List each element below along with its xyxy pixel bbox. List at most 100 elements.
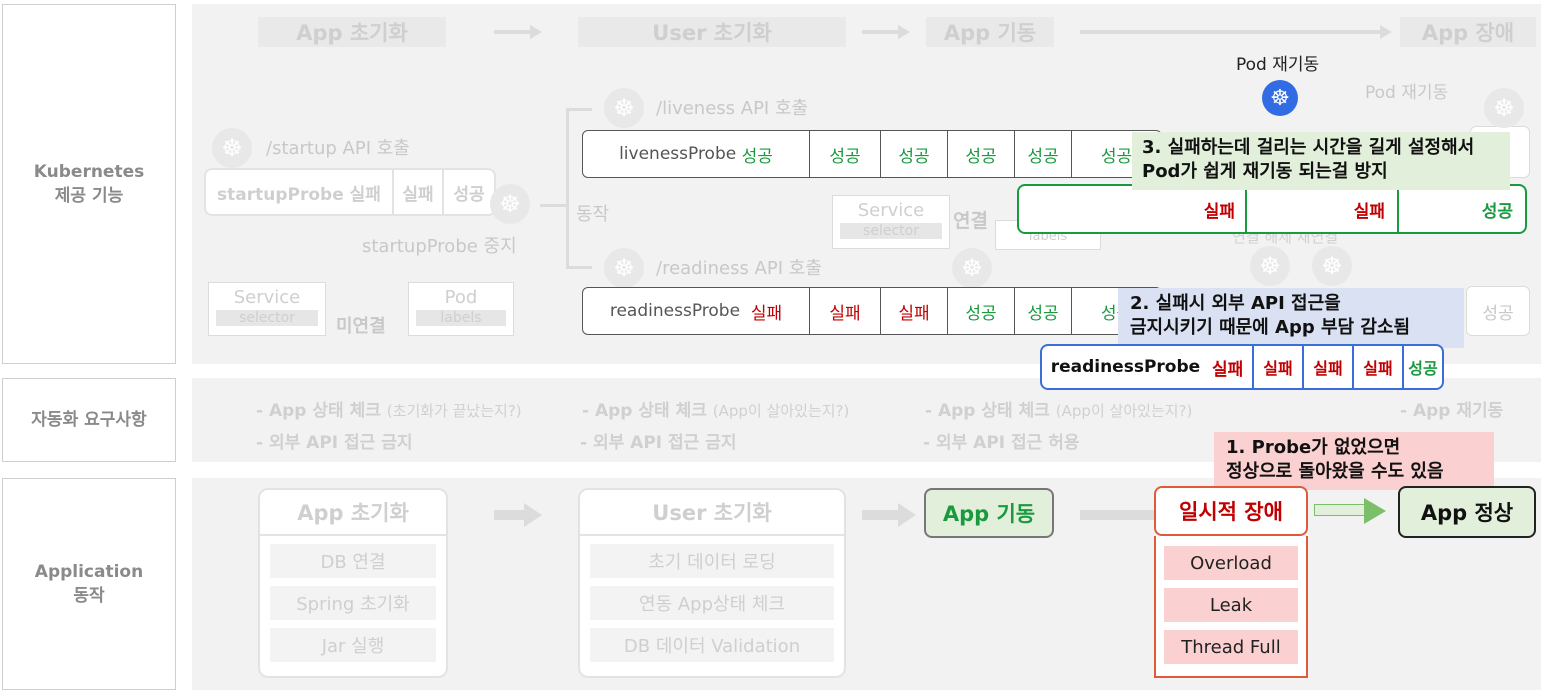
liveness-cell: 성공 xyxy=(810,131,881,177)
app-fault-items: Overload Leak Thread Full xyxy=(1154,536,1308,678)
arrow-head-icon xyxy=(898,25,910,39)
readiness-overlay-cell: 성공 xyxy=(1408,359,1438,378)
green-arrow-shaft xyxy=(1314,504,1364,516)
req-1b: - 외부 API 접근 금지 xyxy=(256,433,413,453)
readiness-cell: 성공 xyxy=(1015,288,1072,334)
user-init-title: User 초기화 xyxy=(580,490,844,536)
app-init-box: App 초기화 DB 연결 Spring 초기화 Jar 실행 xyxy=(258,488,448,678)
branch-line xyxy=(566,108,569,268)
pod-label: Pod xyxy=(444,287,478,308)
row-label-automation: 자동화 요구사항 xyxy=(2,378,176,462)
readiness-tail-box: 성공 xyxy=(1466,286,1530,336)
labels-label: labels xyxy=(416,310,506,326)
kubernetes-icon: ☸ xyxy=(952,248,992,288)
liveness-cell: 성공 xyxy=(881,131,948,177)
req-2a: - App 상태 체크 (App이 살아있는지?) xyxy=(582,401,850,421)
readiness-cell: 실패 xyxy=(810,288,881,334)
app-normal-box: App 정상 xyxy=(1398,486,1536,538)
arrow xyxy=(494,30,530,34)
app-init-item: Jar 실행 xyxy=(270,628,436,662)
kubernetes-blue-icon: ☸ xyxy=(1262,80,1298,116)
liveness-cell: 성공 xyxy=(948,131,1015,177)
app-init-item: Spring 초기화 xyxy=(270,586,436,620)
arrow xyxy=(862,30,898,34)
arrow-head-icon xyxy=(1380,25,1392,39)
startup-cell: 실패 xyxy=(394,170,444,214)
header-user-init: User 초기화 xyxy=(578,17,846,47)
connector-line xyxy=(540,204,566,207)
unconnected-label: 미연결 xyxy=(336,316,386,337)
pod-restart-faded-label: Pod 재기동 xyxy=(1365,83,1449,103)
readiness-overlay-label: readinessProbe 실패 xyxy=(1042,346,1254,388)
liveness-api-label: /liveness API 호출 xyxy=(656,98,809,119)
readiness-probe-box: readinessProbe 실패 실패 실패 성공 성공 성공 xyxy=(582,287,1162,335)
kubernetes-icon: ☸ xyxy=(1484,88,1524,128)
fault-item: Leak xyxy=(1164,588,1298,622)
startup-stop-label: startupProbe 중지 xyxy=(362,236,517,257)
kubernetes-icon: ☸ xyxy=(1250,246,1290,286)
readiness-overlay-cell: 실패 xyxy=(1254,346,1304,388)
note-3: 3. 실패하는데 걸리는 시간을 길게 설정해서 Pod가 쉽게 재기동 되는걸… xyxy=(1132,132,1510,190)
header-app-init: App 초기화 xyxy=(258,17,446,47)
startup-probe-box: startupProbe 실패 실패 성공 xyxy=(204,168,496,216)
kubernetes-icon: ☸ xyxy=(604,88,644,128)
connect-label: 연결 xyxy=(953,210,988,232)
service-box-middle: Service selector xyxy=(832,195,950,249)
user-init-item: DB 데이터 Validation xyxy=(590,628,834,662)
app-fault-box: 일시적 장애 xyxy=(1154,486,1308,536)
fault-item: Overload xyxy=(1164,546,1298,580)
readiness-api-label: /readiness API 호출 xyxy=(656,258,822,279)
green-arrow-head-icon xyxy=(1364,498,1386,524)
arrow xyxy=(862,510,898,520)
liveness-cell: 성공 xyxy=(1015,131,1072,177)
kubernetes-icon: ☸ xyxy=(604,248,644,288)
arrow-head-icon xyxy=(524,503,542,527)
liveness-probe-box: livenessProbe 성공 성공 성공 성공 성공 성공 xyxy=(582,130,1162,178)
service-label: Service xyxy=(857,200,925,221)
branch-line xyxy=(566,266,592,269)
readiness-cell: 실패 xyxy=(881,288,948,334)
branch-line xyxy=(566,108,592,111)
fault-item: Thread Full xyxy=(1164,630,1298,664)
req-4: - App 재기동 xyxy=(1400,401,1504,421)
req-3a: - App 상태 체크 (App이 살아있는지?) xyxy=(925,401,1193,421)
arrow-head-icon xyxy=(898,503,916,527)
row-label-application: Application 동작 xyxy=(2,478,176,690)
app-init-title: App 초기화 xyxy=(260,490,446,536)
liveness-probe-label: livenessProbe 성공 xyxy=(583,131,810,177)
note-2: 2. 실패시 외부 API 접근을 금지시키기 때문에 App 부담 감소됨 xyxy=(1118,288,1464,348)
note-1: 1. Probe가 없었으면 정상으로 돌아왔을 수도 있음 xyxy=(1214,432,1494,490)
req-1a: - App 상태 체크 (초기화가 끝났는지?) xyxy=(256,401,522,421)
readiness-overlay-cell: 실패 xyxy=(1304,346,1354,388)
service-label: Service xyxy=(233,287,301,308)
startup-api-label: /startup API 호출 xyxy=(266,138,410,159)
arrow xyxy=(1080,30,1380,34)
req-2b: - 외부 API 접근 금지 xyxy=(580,433,737,453)
arrow-head-icon xyxy=(530,25,542,39)
startup-cell: 성공 xyxy=(453,184,485,205)
user-init-item: 초기 데이터 로딩 xyxy=(590,544,834,578)
pod-restart-label: Pod 재기동 xyxy=(1236,55,1320,75)
pod-box: Pod labels xyxy=(408,282,514,336)
liveness-overlay-cell: 성공 xyxy=(1481,201,1513,222)
readiness-cell: 성공 xyxy=(948,288,1015,334)
user-init-item: 연동 App상태 체크 xyxy=(590,586,834,620)
req-3b: - 외부 API 접근 허용 xyxy=(923,433,1080,453)
act-label: 동작 xyxy=(576,204,610,225)
liveness-overlay-cell: 실패 xyxy=(1019,186,1247,232)
service-box: Service selector xyxy=(208,282,326,336)
user-init-box: User 초기화 초기 데이터 로딩 연동 App상태 체크 DB 데이터 Va… xyxy=(578,488,846,678)
header-app-fault: App 장애 xyxy=(1400,17,1536,47)
arrow xyxy=(494,510,524,520)
kubernetes-icon: ☸ xyxy=(490,184,530,224)
readiness-overlay-cell: 실패 xyxy=(1354,346,1404,388)
startup-probe-label: startupProbe 실패 xyxy=(206,170,394,214)
arrow xyxy=(1080,510,1156,520)
selector-label: selector xyxy=(216,310,318,326)
readiness-probe-label: readinessProbe 실패 xyxy=(583,288,810,334)
readiness-overlay-box: readinessProbe 실패 실패 실패 실패 성공 xyxy=(1040,344,1444,390)
app-init-item: DB 연결 xyxy=(270,544,436,578)
liveness-overlay-box: 실패 실패 성공 xyxy=(1017,184,1527,234)
row-label-k8s: Kubernetes 제공 기능 xyxy=(2,4,176,364)
selector-label: selector xyxy=(840,223,942,239)
